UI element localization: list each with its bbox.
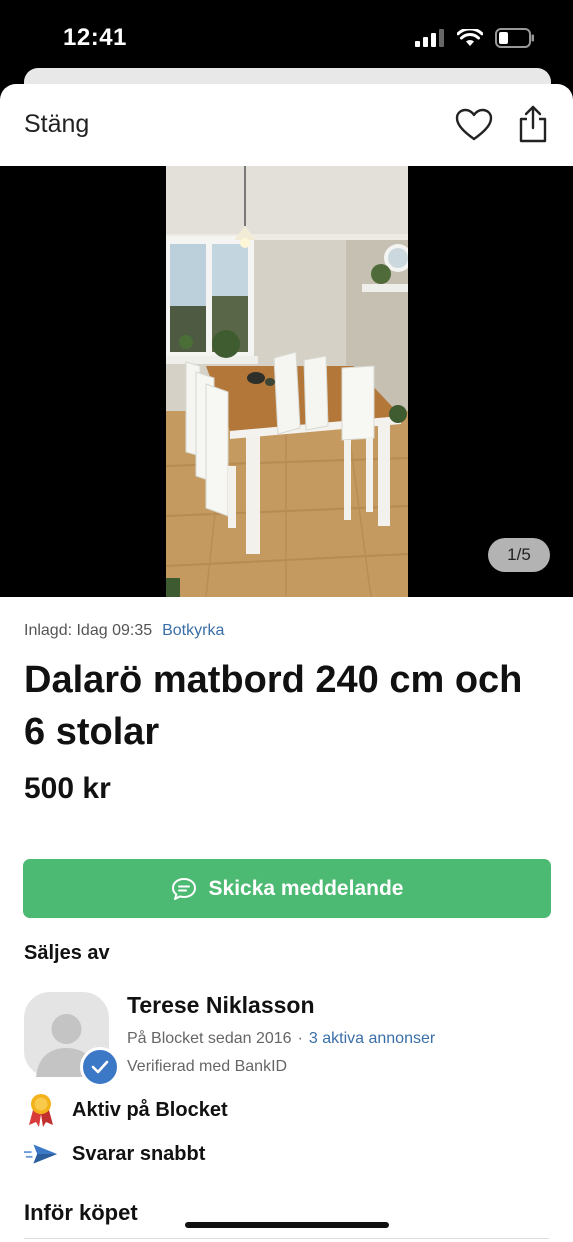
battery-icon: [495, 28, 534, 48]
top-bar: Stäng: [0, 84, 573, 166]
image-gallery[interactable]: 1/5: [0, 166, 573, 597]
trait-fast-reply-label: Svarar snabbt: [72, 1142, 206, 1165]
listing-title: Dalarö matbord 240 cm och 6 stolar: [24, 659, 523, 753]
listing-sheet: Stäng 1/5 Inlagd: Idag 09:35 Botkyrka Da…: [0, 84, 573, 1242]
trait-fast-reply: Svarar snabbt: [24, 1136, 205, 1172]
seller-details: På Blocket sedan 2016 · 3 aktiva annonser: [127, 1030, 435, 1048]
close-button[interactable]: Stäng: [24, 110, 89, 139]
trait-active-label: Aktiv på Blocket: [72, 1098, 228, 1121]
send-message-label: Skicka meddelande: [208, 876, 404, 900]
separator-dot: ·: [297, 1030, 303, 1047]
trait-active: Aktiv på Blocket: [24, 1092, 228, 1128]
chat-bubble-icon: [171, 877, 196, 900]
listing-price: 500 kr: [24, 772, 111, 805]
listing-photo[interactable]: [166, 166, 408, 597]
bankid-verified: Verifierad med BankID: [127, 1058, 288, 1075]
posted-date: Inlagd: Idag 09:35: [24, 622, 153, 639]
status-time: 12:41: [63, 24, 127, 51]
home-indicator[interactable]: [185, 1222, 389, 1228]
before-purchase-title: Inför köpet: [24, 1200, 138, 1225]
active-ads-link[interactable]: 3 aktiva annonser: [309, 1030, 435, 1047]
divider: [24, 1238, 549, 1239]
share-button[interactable]: [517, 104, 549, 144]
member-since: På Blocket sedan 2016: [127, 1030, 292, 1047]
status-icons: [415, 28, 535, 48]
status-bar: 12:41: [0, 0, 573, 76]
dining-table-photo: [166, 166, 408, 597]
medal-icon: [24, 1092, 58, 1128]
verified-badge: [80, 1047, 120, 1087]
send-message-button[interactable]: Skicka meddelande: [23, 859, 551, 918]
seller-section-title: Säljes av: [24, 942, 110, 964]
checkmark-icon: [91, 1060, 109, 1074]
image-counter: 1/5: [488, 538, 550, 572]
favorite-button[interactable]: [455, 108, 493, 142]
cellular-signal-icon: [415, 29, 444, 47]
share-icon: [519, 105, 547, 143]
listing-meta: Inlagd: Idag 09:35 Botkyrka: [24, 622, 224, 640]
heart-icon: [455, 108, 493, 141]
location-link[interactable]: Botkyrka: [162, 622, 224, 639]
seller-name[interactable]: Terese Niklasson: [127, 992, 315, 1019]
wifi-icon: [457, 29, 483, 46]
paper-plane-icon: [24, 1136, 58, 1172]
